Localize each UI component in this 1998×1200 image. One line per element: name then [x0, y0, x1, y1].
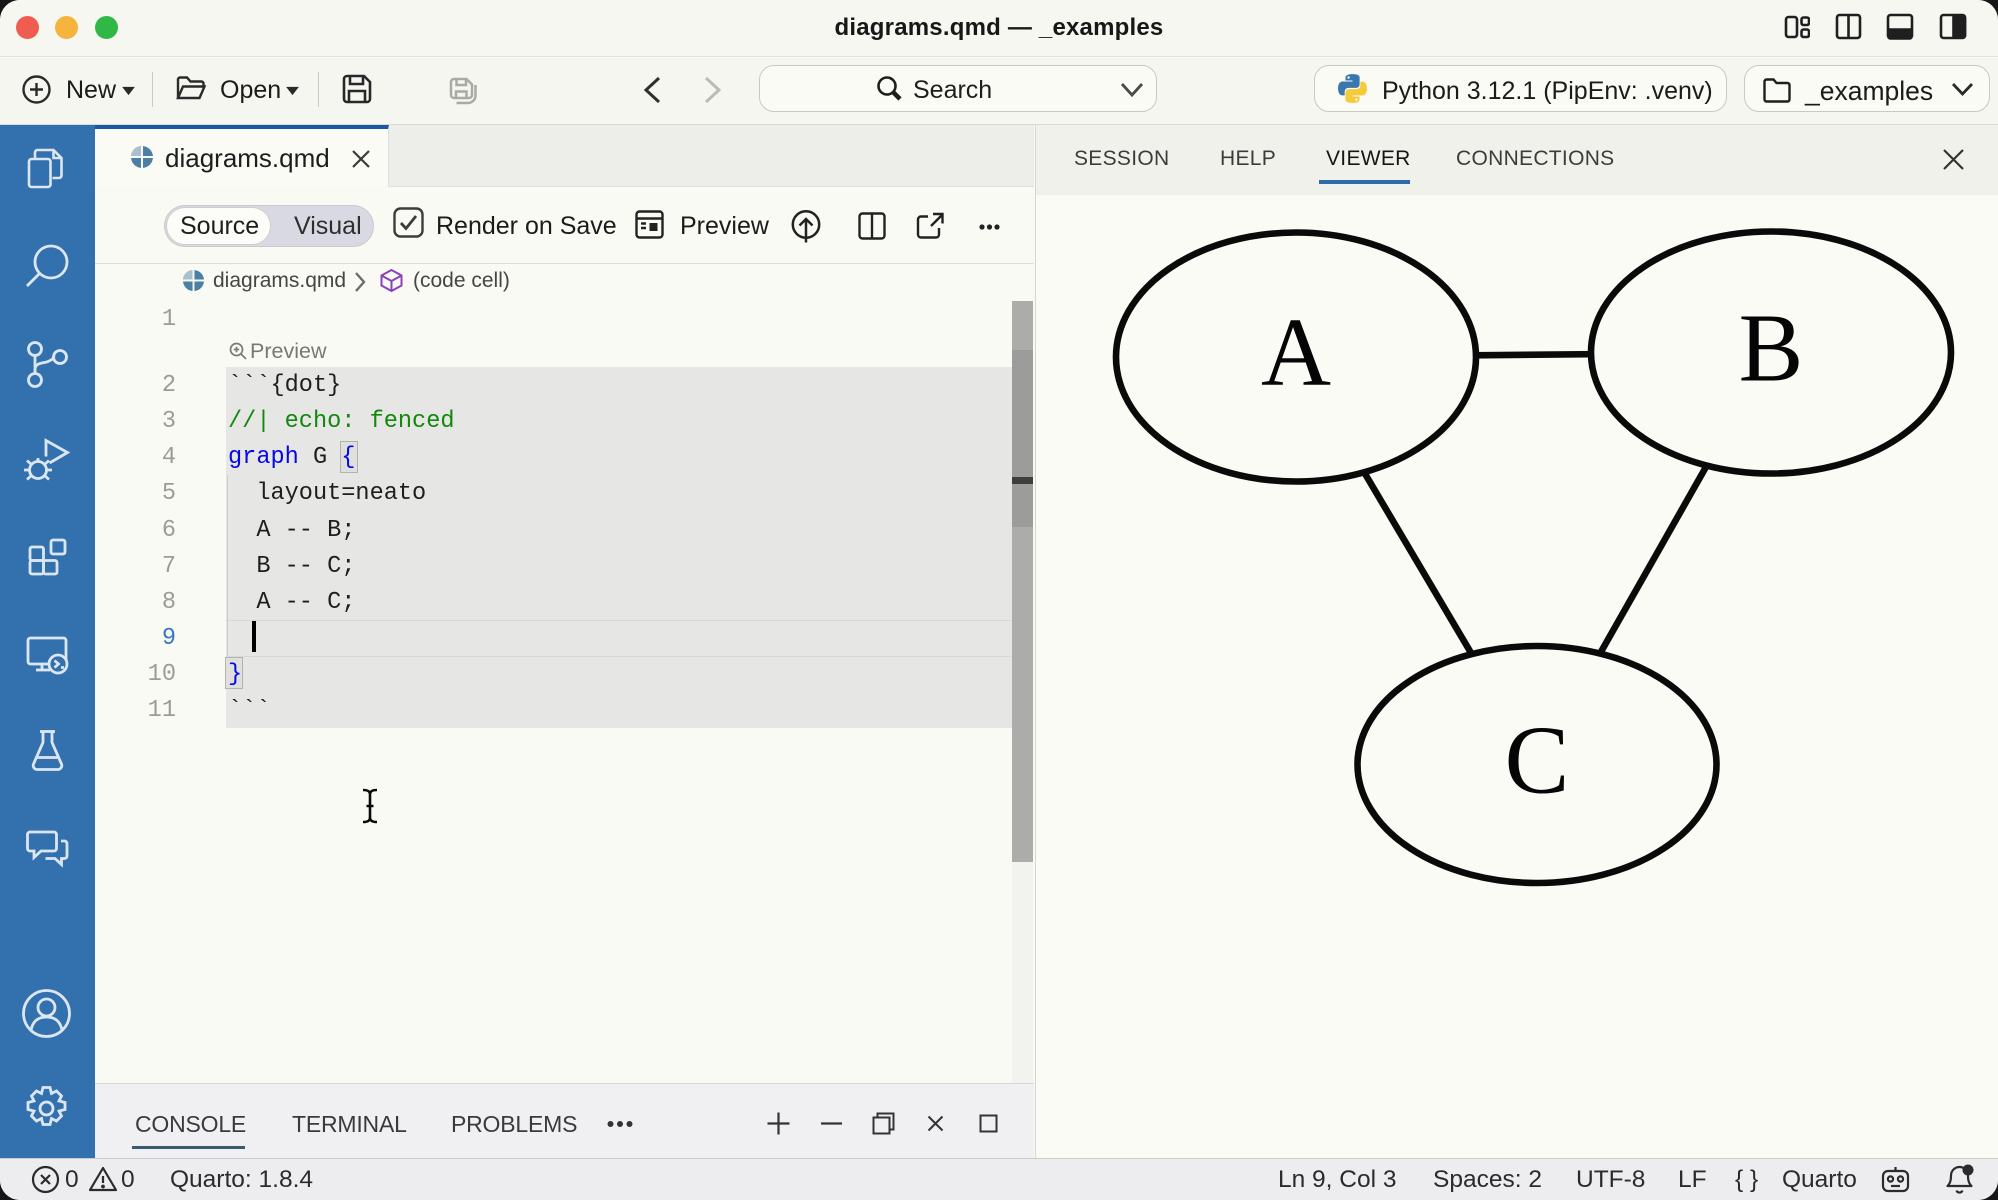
svg-text:C: C: [1505, 707, 1570, 814]
svg-text:A: A: [1261, 299, 1331, 406]
svg-text:B: B: [1739, 295, 1804, 402]
